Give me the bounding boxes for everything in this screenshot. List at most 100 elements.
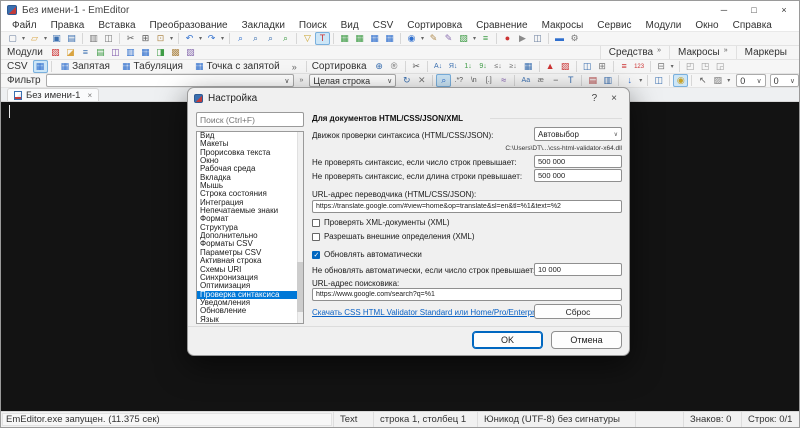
- sort-num-descending-icon[interactable]: 9↓: [476, 60, 491, 73]
- wrench-icon[interactable]: ⚙: [567, 32, 582, 45]
- snapshot-dropdown-icon[interactable]: ▾: [471, 35, 478, 42]
- escape-sequence-icon[interactable]: \n: [466, 74, 481, 87]
- menu-item[interactable]: CSV: [366, 19, 401, 32]
- save-all-icon[interactable]: ▤: [64, 32, 79, 45]
- line-numbers-icon[interactable]: 123: [632, 60, 647, 73]
- checkbox[interactable]: [312, 218, 320, 227]
- menu-item[interactable]: Справка: [726, 19, 779, 32]
- separator[interactable]: [548, 33, 549, 44]
- sort-az-ascending-icon[interactable]: А↓: [431, 60, 446, 73]
- new-file-icon[interactable]: ▢: [5, 32, 20, 45]
- run-macro-icon[interactable]: ▶: [515, 32, 530, 45]
- separator[interactable]: [669, 75, 671, 86]
- check-xml-checkbox-row[interactable]: Проверять XML-документы (XML): [312, 218, 450, 227]
- menu-item[interactable]: Вид: [334, 19, 366, 32]
- outline-icon[interactable]: ≡: [478, 32, 493, 45]
- overflow-chevron-icon[interactable]: »: [292, 62, 297, 72]
- sort-move-icon[interactable]: ⊕: [372, 60, 387, 73]
- combine-lines-icon[interactable]: ⊞: [595, 60, 610, 73]
- paste-icon[interactable]: ⊡: [153, 32, 168, 45]
- separator[interactable]: [649, 61, 651, 72]
- numbering-icon[interactable]: ≡: [617, 60, 632, 73]
- filter-clear-icon[interactable]: ✕: [414, 74, 429, 87]
- separator[interactable]: [400, 33, 401, 44]
- separator[interactable]: [333, 33, 334, 44]
- settings-category-item[interactable]: Язык: [197, 315, 303, 323]
- accent-insensitive-icon[interactable]: æ: [533, 74, 548, 87]
- ok-button[interactable]: OK: [472, 331, 543, 349]
- split-column-icon[interactable]: ◫: [580, 60, 595, 73]
- highlight-icon[interactable]: Т: [315, 32, 330, 45]
- filter-settings-dropdown-icon[interactable]: ▾: [725, 77, 732, 84]
- tools-button[interactable]: Средства »: [599, 46, 669, 59]
- separator[interactable]: [538, 61, 540, 72]
- negative-filter-icon[interactable]: −: [548, 74, 563, 87]
- protect-columns-icon[interactable]: ◉: [673, 74, 689, 87]
- search-url-input[interactable]: [312, 288, 622, 301]
- panel-icon[interactable]: ▬: [552, 32, 567, 45]
- menu-item[interactable]: Модули: [639, 19, 689, 32]
- paste-dropdown-icon[interactable]: ▾: [168, 35, 175, 42]
- cancel-button[interactable]: Отмена: [551, 331, 622, 349]
- plugins-icon[interactable]: ◉: [404, 32, 419, 45]
- open-documents-module-icon[interactable]: ▩: [168, 46, 183, 59]
- customize-icon[interactable]: ✎: [426, 32, 441, 45]
- separator[interactable]: [432, 75, 434, 86]
- print-icon[interactable]: ▥: [86, 32, 101, 45]
- engine-select[interactable]: Автовыбор ∨: [534, 127, 622, 141]
- outline-module-icon[interactable]: ≡: [78, 46, 93, 59]
- checkbox[interactable]: [312, 232, 320, 241]
- filter-icon[interactable]: ▽: [300, 32, 315, 45]
- settings-category-list[interactable]: Вид Макеты Прорисовка текста Окно Рабочая ср…: [196, 131, 304, 324]
- macros-list-icon[interactable]: ◫: [530, 32, 545, 45]
- separator[interactable]: [691, 75, 693, 86]
- separator[interactable]: [296, 33, 297, 44]
- column-options-icon[interactable]: ⊟: [654, 60, 669, 73]
- help-button[interactable]: ?: [592, 93, 598, 104]
- plugins-dropdown-icon[interactable]: ▾: [419, 35, 426, 42]
- match-case-icon[interactable]: Аа: [518, 74, 533, 87]
- pointer-icon[interactable]: ↖: [695, 74, 710, 87]
- html-bar-icon[interactable]: ▦: [337, 32, 352, 45]
- filter-overflow-chevron-icon[interactable]: »: [300, 77, 304, 84]
- separator[interactable]: [678, 61, 680, 72]
- checkbox[interactable]: [312, 250, 320, 259]
- redo-icon[interactable]: ↷: [204, 32, 219, 45]
- status-line-count[interactable]: Строк: 0/1: [741, 412, 799, 427]
- word-count-module-icon[interactable]: ▤: [93, 46, 108, 59]
- projects-module-icon[interactable]: ▧: [48, 46, 63, 59]
- menu-item[interactable]: Сравнение: [469, 19, 534, 32]
- menu-item[interactable]: Закладки: [235, 19, 292, 32]
- max-line-length-input[interactable]: [534, 169, 622, 182]
- separator[interactable]: [119, 33, 120, 44]
- separator[interactable]: [178, 33, 179, 44]
- separator[interactable]: [82, 33, 83, 44]
- separator[interactable]: [496, 33, 497, 44]
- filter-refresh-icon[interactable]: ↻: [399, 74, 414, 87]
- macros-button[interactable]: Макросы »: [669, 46, 736, 59]
- column-level-select[interactable]: 0 ∨: [769, 74, 799, 87]
- column-options-dropdown-icon[interactable]: ▾: [669, 63, 676, 70]
- print-preview-icon[interactable]: ◫: [101, 32, 116, 45]
- save-icon[interactable]: ▣: [49, 32, 64, 45]
- find-icon[interactable]: ⌕: [233, 32, 248, 45]
- cut-columns-icon[interactable]: ✂: [409, 60, 424, 73]
- web-preview-icon[interactable]: ▦: [352, 32, 367, 45]
- regex-icon[interactable]: .*?: [451, 74, 466, 87]
- open-dropdown-icon[interactable]: ▾: [42, 35, 49, 42]
- filter-input[interactable]: ∨: [45, 74, 294, 87]
- menu-item[interactable]: Преобразование: [143, 19, 235, 32]
- tab-untitled-1[interactable]: Без имени-1 ×: [7, 88, 100, 101]
- sort-length-ascending-icon[interactable]: ≤↓: [491, 60, 506, 73]
- menu-item[interactable]: Правка: [44, 19, 92, 32]
- extract-dropdown-icon[interactable]: ▾: [637, 77, 644, 84]
- redo-dropdown-icon[interactable]: ▾: [219, 35, 226, 42]
- separator[interactable]: [618, 75, 620, 86]
- menu-item[interactable]: Макросы: [535, 19, 591, 32]
- menu-item[interactable]: Файл: [5, 19, 44, 32]
- filter-all-documents-icon[interactable]: ▥: [600, 74, 615, 87]
- status-mode[interactable]: Text: [333, 412, 373, 427]
- column-filter-icon[interactable]: Т: [563, 74, 578, 87]
- max-lines-input[interactable]: [534, 155, 622, 168]
- markers-button[interactable]: Маркеры: [735, 46, 799, 59]
